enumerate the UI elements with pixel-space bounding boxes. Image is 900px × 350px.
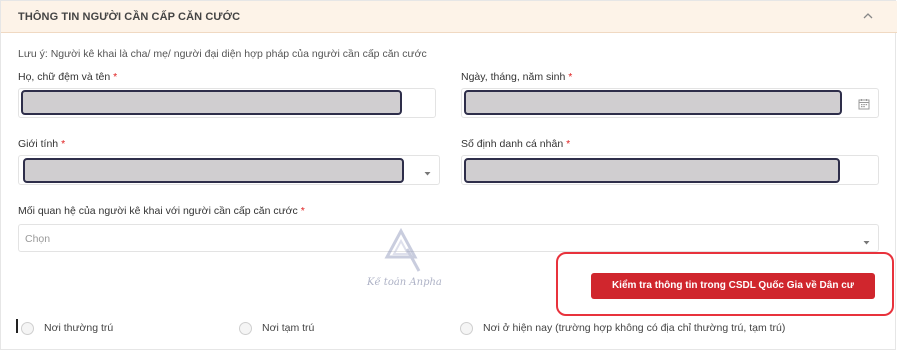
redacted-value bbox=[464, 158, 840, 183]
radio-circle[interactable] bbox=[239, 322, 252, 335]
text-cursor bbox=[16, 319, 18, 333]
radio-circle[interactable] bbox=[460, 322, 473, 335]
radio-label: Nơi ở hiện nay (trường hợp không có địa … bbox=[483, 322, 786, 334]
note-text: Lưu ý: Người kê khai là cha/ mẹ/ người đ… bbox=[18, 48, 427, 60]
required-mark: * bbox=[300, 205, 305, 217]
gender-label-text: Giới tính bbox=[18, 138, 59, 150]
gender-label: Giới tính * bbox=[18, 138, 65, 150]
dob-label: Ngày, tháng, năm sinh * bbox=[461, 71, 572, 83]
calendar-icon[interactable] bbox=[858, 98, 870, 110]
required-mark: * bbox=[566, 138, 571, 150]
watermark-text: Kế toán Anpha bbox=[367, 277, 442, 288]
full-name-field[interactable] bbox=[18, 88, 436, 118]
panel-title: THÔNG TIN NGƯỜI CẦN CẤP CĂN CƯỚC bbox=[18, 11, 241, 23]
gender-select[interactable] bbox=[18, 155, 440, 185]
radio-circle[interactable] bbox=[21, 322, 34, 335]
required-mark: * bbox=[61, 138, 66, 150]
personal-id-label: Số định danh cá nhân * bbox=[461, 138, 570, 150]
redacted-value bbox=[464, 90, 842, 115]
personal-id-field[interactable] bbox=[461, 155, 879, 185]
relationship-placeholder: Chọn bbox=[25, 233, 51, 245]
chevron-up-icon[interactable] bbox=[861, 9, 875, 23]
personal-id-label-text: Số định danh cá nhân bbox=[461, 138, 564, 150]
citizen-info-panel: THÔNG TIN NGƯỜI CẦN CẤP CĂN CƯỚC Lưu ý: … bbox=[0, 0, 897, 350]
caret-down-icon bbox=[863, 237, 870, 245]
relationship-label-text: Mối quan hệ của người kê khai với người … bbox=[18, 205, 298, 217]
dob-label-text: Ngày, tháng, năm sinh bbox=[461, 71, 566, 83]
caret-down-icon bbox=[424, 168, 431, 176]
radio-label: Nơi tạm trú bbox=[262, 322, 315, 334]
redacted-value bbox=[23, 158, 404, 183]
full-name-label-text: Họ, chữ đệm và tên bbox=[18, 71, 111, 83]
panel-header[interactable]: THÔNG TIN NGƯỜI CẦN CẤP CĂN CƯỚC bbox=[1, 1, 897, 33]
required-mark: * bbox=[113, 71, 118, 83]
full-name-label: Họ, chữ đệm và tên * bbox=[18, 71, 117, 83]
dob-field[interactable] bbox=[461, 88, 879, 118]
relationship-label: Mối quan hệ của người kê khai với người … bbox=[18, 205, 305, 217]
redacted-value bbox=[21, 90, 402, 115]
required-mark: * bbox=[568, 71, 573, 83]
radio-label: Nơi thường trú bbox=[44, 322, 114, 334]
check-national-database-button[interactable]: Kiểm tra thông tin trong CSDL Quốc Gia v… bbox=[591, 273, 875, 299]
